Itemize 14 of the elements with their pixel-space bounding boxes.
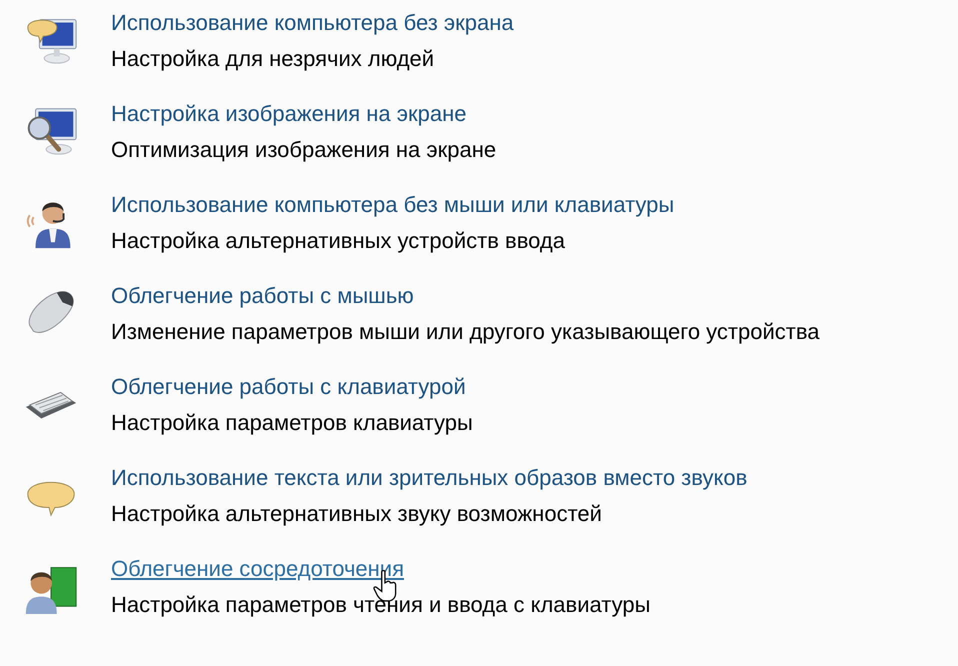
task-description: Настройка альтернативных устройств ввода: [111, 228, 565, 254]
task-description: Настройка параметров клавиатуры: [111, 410, 473, 436]
task-description: Оптимизация изображения на экране: [111, 137, 496, 163]
task-description: Изменение параметров мыши или другого указывающего устройства: [111, 319, 820, 345]
task-description: Настройка параметров чтения и ввода с клавиатуры: [111, 592, 650, 618]
task-link[interactable]: Использование компьютера без экрана: [111, 10, 514, 36]
task-link[interactable]: Настройка изображения на экране: [111, 101, 466, 127]
task-description: Настройка альтернативных звуку возможностей: [111, 501, 602, 527]
task-link[interactable]: Облегчение работы с клавиатурой: [111, 374, 466, 400]
task-link[interactable]: Использование компьютера без мыши или клавиатуры: [111, 192, 674, 218]
task-description: Настройка для незрячих людей: [111, 46, 434, 72]
task-link[interactable]: Облегчение работы с мышью: [111, 283, 414, 309]
task-link[interactable]: Использование текста или зрительных образов вместо звуков: [111, 465, 748, 491]
task-link[interactable]: Облегчение сосредоточения: [111, 556, 404, 582]
